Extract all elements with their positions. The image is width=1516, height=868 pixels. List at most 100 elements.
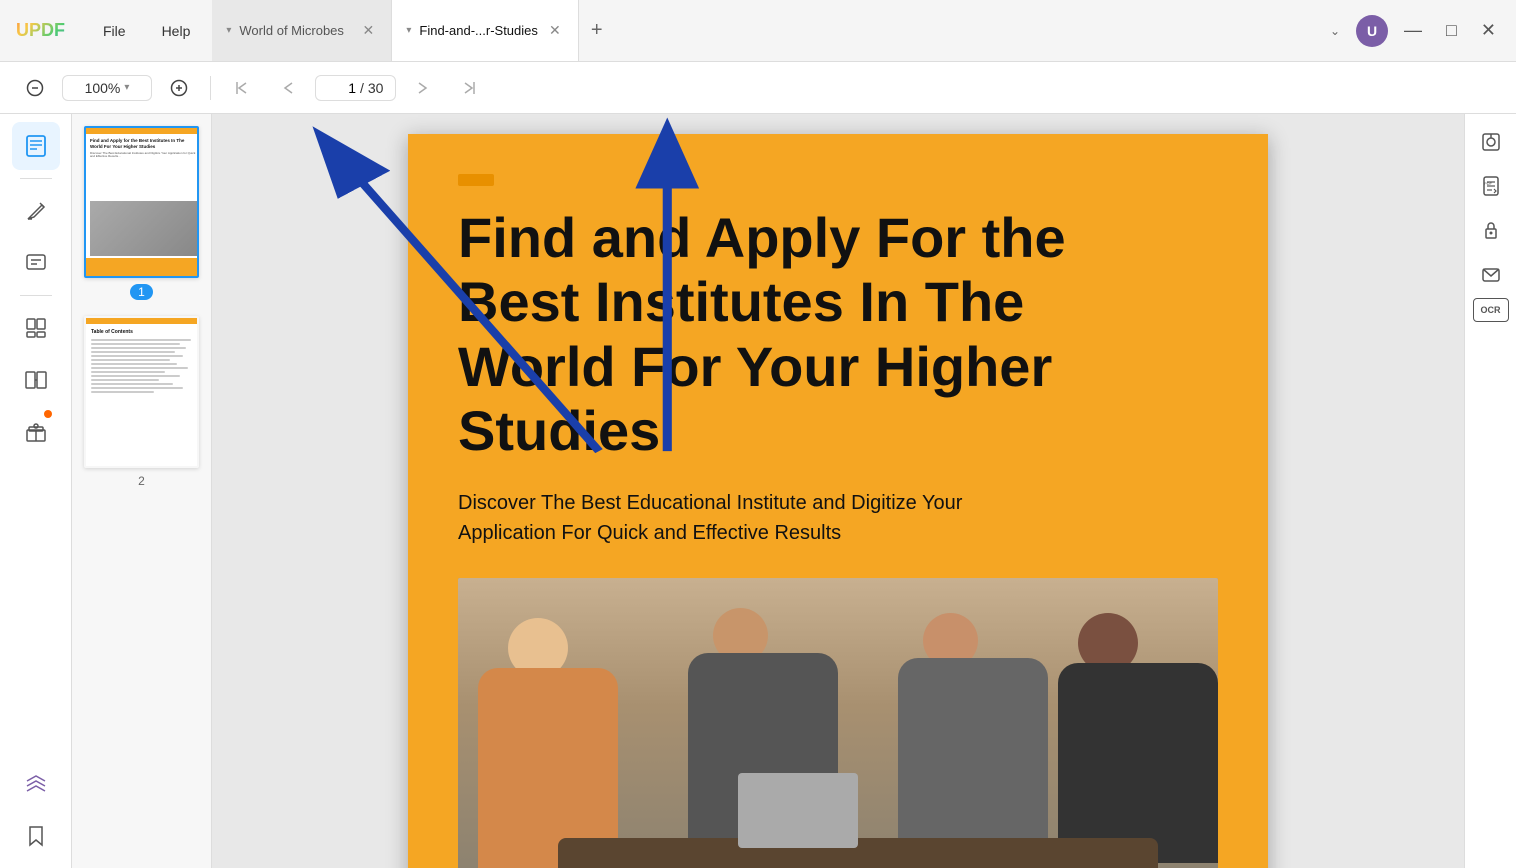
toc-line [91, 387, 183, 389]
thumb-page2-body: Table of Contents [86, 324, 199, 398]
right-icon-protect[interactable] [1471, 210, 1511, 250]
thumb-page-content-2: Table of Contents [86, 318, 199, 466]
thumb-page-number-1: 1 [130, 284, 153, 300]
thumbnail-page-2[interactable]: Table of Contents [80, 316, 203, 488]
toc-line [91, 363, 177, 365]
sidebar-gift-wrapper [12, 408, 60, 456]
ocr-label: OCR [1481, 305, 1501, 315]
sidebar-icon-merge[interactable] [12, 356, 60, 404]
toc-line [91, 347, 186, 349]
new-tab-button[interactable]: + [579, 0, 615, 61]
sidebar-icon-organize[interactable] [12, 304, 60, 352]
toc-line [91, 379, 159, 381]
tab-world-of-microbes[interactable]: ▾ World of Microbes ✕ [212, 0, 392, 61]
pdf-brand-bar [458, 174, 1218, 186]
next-page-button[interactable] [404, 73, 442, 103]
notification-dot [44, 410, 52, 418]
student-figure-1 [478, 608, 658, 868]
right-icon-ocr[interactable]: OCR [1473, 298, 1509, 322]
toolbar-separator [210, 76, 211, 100]
file-menu[interactable]: File [89, 17, 140, 45]
tab-find-studies[interactable]: ▾ Find-and-...r-Studies ✕ [392, 0, 579, 61]
sidebar-separator-1 [20, 178, 52, 179]
thumb-sub-text: Discover The Best Educational Institutes… [90, 152, 197, 159]
toc-line [91, 355, 183, 357]
thumb-image [90, 201, 197, 256]
pdf-image-area [458, 578, 1218, 868]
help-menu[interactable]: Help [148, 17, 205, 45]
thumb-page-number-2: 2 [138, 474, 145, 488]
pdf-viewer: Find and Apply For the Best Institutes I… [212, 114, 1464, 868]
laptop-screen [738, 773, 858, 848]
toc-line [91, 375, 180, 377]
thumb-wrapper-1: Find and Apply for the Best Institutes I… [84, 126, 199, 278]
minimize-button[interactable]: — [1396, 16, 1430, 45]
page-input-group: / 30 [315, 75, 396, 101]
tab2-label: Find-and-...r-Studies [419, 23, 538, 38]
page-separator: / [360, 80, 364, 96]
right-icon-pdf-convert[interactable]: PDF [1471, 166, 1511, 206]
page-number-input[interactable] [328, 80, 356, 96]
student-body-3 [898, 658, 1048, 858]
sidebar-icon-annotate[interactable] [12, 239, 60, 287]
pdf-main-title: Find and Apply For the Best Institutes I… [458, 206, 1158, 464]
thumb-title-text: Find and Apply for the Best Institutes I… [90, 138, 197, 150]
pdf-page: Find and Apply For the Best Institutes I… [408, 134, 1268, 868]
thumbnail-page-1[interactable]: Find and Apply for the Best Institutes I… [80, 126, 203, 300]
title-bar-controls: ⌄ U — □ ✕ [1310, 15, 1516, 47]
pdf-subtitle: Discover The Best Educational Institute … [458, 488, 1018, 548]
svg-text:PDF: PDF [1484, 181, 1493, 186]
thumb-yellow-bar [86, 258, 199, 276]
page-total: 30 [368, 80, 384, 96]
zoom-display[interactable]: 100% ▾ [62, 75, 152, 101]
table-surface [558, 838, 1158, 868]
menu-bar: File Help [81, 17, 212, 45]
pdf-page-content: Find and Apply For the Best Institutes I… [408, 134, 1268, 868]
student-body-4 [1058, 663, 1218, 863]
close-button[interactable]: ✕ [1473, 16, 1504, 45]
right-icon-send[interactable] [1471, 254, 1511, 294]
toc-line [91, 343, 180, 345]
prev-page-button[interactable] [269, 73, 307, 103]
maximize-button[interactable]: □ [1438, 16, 1465, 45]
right-icon-scan[interactable] [1471, 122, 1511, 162]
zoom-value: 100% [85, 80, 121, 96]
sidebar-icon-edit[interactable] [12, 187, 60, 235]
user-avatar[interactable]: U [1356, 15, 1388, 47]
student-figure-3 [888, 608, 1068, 868]
left-sidebar [0, 114, 72, 868]
zoom-out-button[interactable] [16, 73, 54, 103]
app-logo: UPDF [0, 20, 81, 41]
sidebar-icon-layers[interactable] [12, 760, 60, 808]
sidebar-icon-reader[interactable] [12, 122, 60, 170]
sidebar-separator-2 [20, 295, 52, 296]
thumb-page-content-1: Find and Apply for the Best Institutes I… [86, 128, 199, 276]
sidebar-icon-gift[interactable] [12, 408, 60, 456]
sidebar-icon-bookmark[interactable] [12, 812, 60, 860]
tab1-dropdown-icon[interactable]: ▾ [226, 25, 231, 36]
toc-line [91, 383, 173, 385]
last-page-button[interactable] [450, 73, 488, 103]
toc-line [91, 371, 165, 373]
toc-line [91, 367, 188, 369]
tab2-close-button[interactable]: ✕ [546, 22, 564, 40]
brand-logo-mark [458, 174, 494, 186]
zoom-in-button[interactable] [160, 73, 198, 103]
students-scene [458, 578, 1218, 868]
tabs-list-dropdown[interactable]: ⌄ [1322, 20, 1348, 42]
first-page-button[interactable] [223, 73, 261, 103]
tab1-label: World of Microbes [239, 23, 344, 38]
toc-line [91, 391, 154, 393]
toc-line [91, 359, 170, 361]
toc-line [91, 339, 191, 341]
thumb-page-body: Find and Apply for the Best Institutes I… [86, 134, 199, 201]
student-figure-4 [1058, 608, 1218, 868]
zoom-dropdown-icon[interactable]: ▾ [124, 82, 129, 93]
thumb-wrapper-2: Table of Contents [84, 316, 199, 468]
right-sidebar: PDF OCR [1464, 114, 1516, 868]
thumb-toc-lines [91, 339, 196, 393]
toc-line [91, 351, 175, 353]
tab2-dropdown-icon[interactable]: ▾ [406, 25, 411, 36]
tab1-close-button[interactable]: ✕ [359, 22, 377, 40]
thumb-toc-title: Table of Contents [91, 329, 196, 335]
